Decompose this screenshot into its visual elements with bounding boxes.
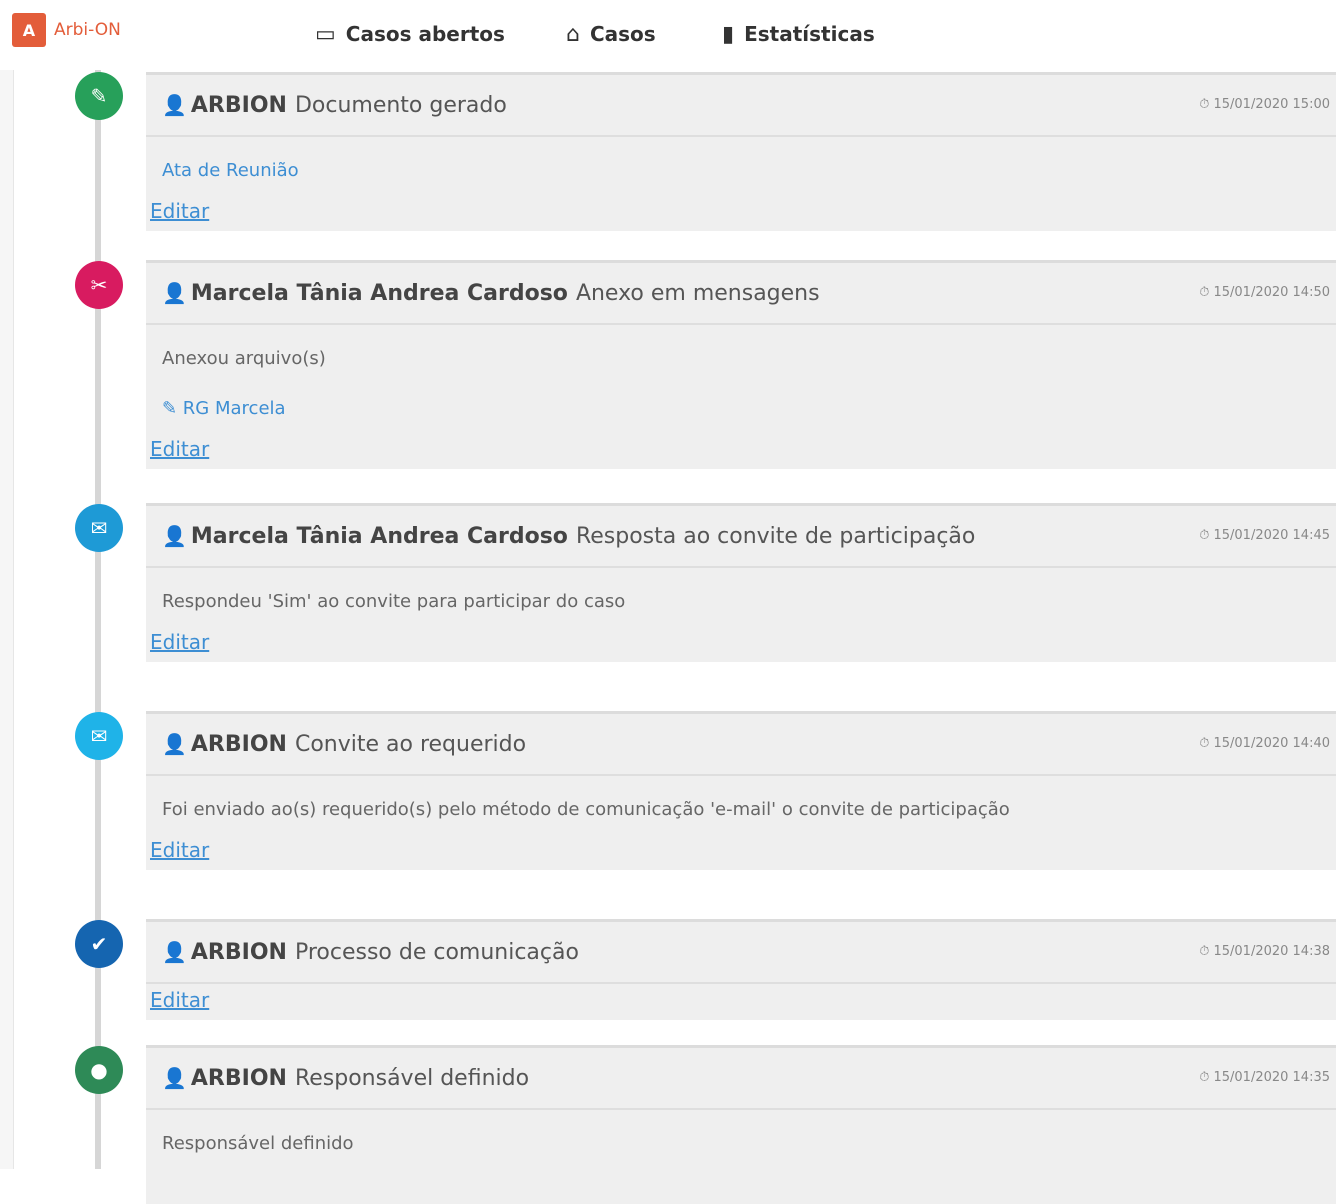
user-icon: 👤 bbox=[162, 939, 187, 964]
nav-estatisticas[interactable]: ▮ Estatísticas bbox=[722, 19, 875, 49]
card-body: Respondeu 'Sim' ao convite para particip… bbox=[146, 568, 1336, 626]
bar-chart-icon: ▮ bbox=[722, 21, 735, 47]
event-title: Anexo em mensagens bbox=[575, 280, 820, 306]
author-name: Marcela Tânia Andrea Cardoso bbox=[190, 280, 568, 306]
card-header: 👤 Marcela Tânia Andrea Cardoso Anexo em m… bbox=[146, 263, 1336, 325]
card-header: 👤 ARBION Processo de comunicação ⏱ 15/01/… bbox=[146, 922, 1336, 984]
card-footer: Editar bbox=[146, 834, 1336, 870]
edit-link[interactable]: Editar bbox=[150, 199, 209, 223]
event-timestamp: ⏱ 15/01/2020 14:50 bbox=[1199, 285, 1330, 300]
event-description: Respondeu 'Sim' ao convite para particip… bbox=[162, 590, 626, 612]
card-footer: Editar bbox=[146, 433, 1336, 469]
timeline-line bbox=[95, 70, 101, 1169]
event-timestamp: ⏱ 15/01/2020 14:40 bbox=[1199, 736, 1330, 751]
card-header: 👤 Marcela Tânia Andrea Cardoso Resposta a… bbox=[146, 506, 1336, 568]
event-description: Responsável definido bbox=[162, 1132, 354, 1154]
nav-label: Casos abertos bbox=[345, 22, 505, 46]
event-title: Documento gerado bbox=[294, 92, 507, 118]
author-name: ARBION bbox=[190, 731, 287, 757]
event-timestamp: ⏱ 15/01/2020 14:38 bbox=[1199, 944, 1330, 959]
author-name: ARBION bbox=[190, 939, 287, 965]
check-icon: ✔ bbox=[75, 920, 123, 968]
card-footer: Editar bbox=[146, 626, 1336, 662]
timeline-card: 👤 ARBION Documento gerado ⏱ 15/01/2020 15… bbox=[146, 72, 1336, 231]
event-author: 👤 ARBION bbox=[162, 93, 287, 118]
edit-link[interactable]: Editar bbox=[150, 988, 209, 1012]
edit-link[interactable]: Editar bbox=[150, 630, 209, 654]
event-timestamp: ⏱ 15/01/2020 14:45 bbox=[1199, 528, 1330, 543]
event-title: Responsável definido bbox=[294, 1065, 530, 1091]
brand[interactable]: A Arbi-ON bbox=[12, 13, 121, 47]
event-description: Anexou arquivo(s) bbox=[162, 347, 326, 369]
attachment-icon: ✂ bbox=[75, 261, 123, 309]
user-icon: 👤 bbox=[162, 92, 187, 117]
event-author: 👤 ARBION bbox=[162, 1066, 287, 1091]
nav-label: Estatísticas bbox=[744, 22, 875, 46]
timeline-card: 👤 ARBION Processo de comunicação ⏱ 15/01/… bbox=[146, 919, 1336, 1020]
open-envelope-icon: ✉ bbox=[75, 504, 123, 552]
brand-logo-icon: A bbox=[12, 13, 46, 47]
timeline-card: 👤 Marcela Tânia Andrea Cardoso Resposta a… bbox=[146, 503, 1336, 662]
top-navbar: A Arbi-ON ▭ Casos abertos ⌂ Casos ▮ Esta… bbox=[0, 0, 1336, 70]
user-icon: 👤 bbox=[162, 1065, 187, 1090]
nav-casos[interactable]: ⌂ Casos bbox=[566, 19, 656, 49]
event-author: 👤 Marcela Tânia Andrea Cardoso bbox=[162, 524, 568, 549]
document-icon: ✎ bbox=[75, 72, 123, 120]
timeline-card: 👤 ARBION Convite ao requerido ⏱ 15/01/202… bbox=[146, 711, 1336, 870]
event-author: 👤 Marcela Tânia Andrea Cardoso bbox=[162, 281, 568, 306]
user-icon: 👤 bbox=[162, 523, 187, 548]
attachment-link[interactable]: Ata de Reunião bbox=[162, 160, 299, 181]
event-author: 👤 ARBION bbox=[162, 732, 287, 757]
card-header: 👤 ARBION Documento gerado ⏱ 15/01/2020 15… bbox=[146, 75, 1336, 137]
card-body: Anexou arquivo(s) ✎ RG Marcela bbox=[146, 325, 1336, 433]
event-timestamp: ⏱ 15/01/2020 14:35 bbox=[1199, 1070, 1330, 1085]
author-name: ARBION bbox=[190, 1065, 287, 1091]
edit-link[interactable]: Editar bbox=[150, 838, 209, 862]
brand-name: Arbi-ON bbox=[54, 20, 121, 40]
event-timestamp: ⏱ 15/01/2020 15:00 bbox=[1199, 97, 1330, 112]
card-footer bbox=[146, 1168, 1336, 1204]
card-header: 👤 ARBION Convite ao requerido ⏱ 15/01/202… bbox=[146, 714, 1336, 776]
inbox-icon: ▭ bbox=[315, 21, 336, 47]
attachment-link[interactable]: ✎ RG Marcela bbox=[162, 398, 286, 419]
timeline-card: 👤 ARBION Responsável definido ⏱ 15/01/202… bbox=[146, 1045, 1336, 1204]
envelope-icon: ✉ bbox=[75, 712, 123, 760]
card-body: Foi enviado ao(s) requerido(s) pelo méto… bbox=[146, 776, 1336, 834]
event-author: 👤 ARBION bbox=[162, 940, 287, 965]
card-body: Ata de Reunião bbox=[146, 137, 1336, 195]
card-header: 👤 ARBION Responsável definido ⏱ 15/01/202… bbox=[146, 1048, 1336, 1110]
nav-label: Casos bbox=[589, 22, 656, 46]
lock-icon: ● bbox=[75, 1046, 123, 1094]
event-title: Convite ao requerido bbox=[294, 731, 527, 757]
card-body: Responsável definido bbox=[146, 1110, 1336, 1168]
card-footer: Editar bbox=[146, 195, 1336, 231]
edit-link[interactable]: Editar bbox=[150, 437, 209, 461]
event-title: Processo de comunicação bbox=[294, 939, 579, 965]
user-icon: 👤 bbox=[162, 280, 187, 305]
event-title: Resposta ao convite de participação bbox=[575, 523, 976, 549]
user-icon: 👤 bbox=[162, 731, 187, 756]
cases-icon: ⌂ bbox=[566, 21, 580, 47]
sidebar-strip bbox=[0, 70, 14, 1169]
author-name: ARBION bbox=[190, 92, 287, 118]
event-description: Foi enviado ao(s) requerido(s) pelo méto… bbox=[162, 798, 1010, 820]
nav-casos-abertos[interactable]: ▭ Casos abertos bbox=[315, 19, 505, 49]
card-footer: Editar bbox=[146, 984, 1336, 1020]
timeline-card: 👤 Marcela Tânia Andrea Cardoso Anexo em m… bbox=[146, 260, 1336, 469]
author-name: Marcela Tânia Andrea Cardoso bbox=[190, 523, 568, 549]
